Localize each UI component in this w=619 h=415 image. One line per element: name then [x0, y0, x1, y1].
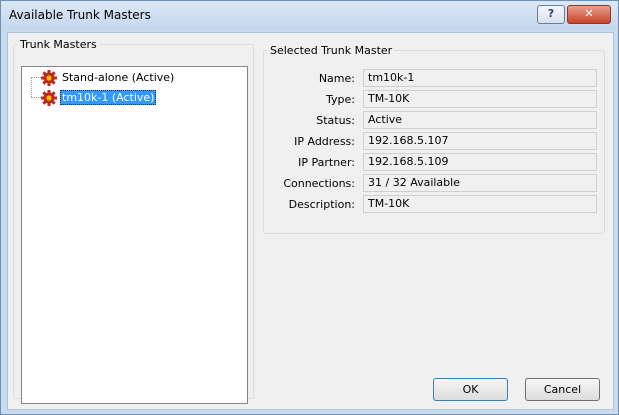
ip-partner-value: 192.168.5.109 [363, 153, 597, 171]
tree-item-label-selected: tm10k-1 (Active) [60, 90, 157, 105]
close-button[interactable]: ✕ [567, 5, 611, 24]
description-label: Description: [288, 198, 355, 211]
tree-branch-line [31, 97, 41, 98]
tree-branch-line [31, 77, 41, 78]
type-value: TM-10K [363, 90, 597, 108]
connections-row: Connections: 31 / 32 Available [271, 174, 601, 193]
window-title: Available Trunk Masters [9, 8, 151, 22]
title-bar[interactable]: Available Trunk Masters ? ✕ [1, 1, 618, 31]
trunk-masters-legend: Trunk Masters [20, 38, 97, 51]
ip-partner-row: IP Partner: 192.168.5.109 [271, 153, 601, 172]
tree-item-label: Stand-alone (Active) [62, 71, 175, 84]
name-label: Name: [318, 72, 355, 85]
type-label: Type: [326, 93, 355, 106]
ok-button[interactable]: OK [433, 378, 508, 401]
dialog-client-area: Trunk Masters Stand-alone (Active) tm10k… [7, 32, 614, 410]
type-row: Type: TM-10K [271, 90, 601, 109]
cancel-button[interactable]: Cancel [525, 378, 600, 401]
tree-item-stand-alone[interactable]: Stand-alone (Active) [22, 69, 242, 87]
ip-partner-label: IP Partner: [298, 156, 355, 169]
connections-label: Connections: [283, 177, 355, 190]
connections-value: 31 / 32 Available [363, 174, 597, 192]
name-value: tm10k-1 [363, 69, 597, 87]
trunk-masters-tree[interactable]: Stand-alone (Active) tm10k-1 (Active) [21, 66, 248, 404]
gear-icon [41, 90, 57, 106]
ip-address-label: IP Address: [294, 135, 355, 148]
ip-address-row: IP Address: 192.168.5.107 [271, 132, 601, 151]
tree-item-tm10k-1[interactable]: tm10k-1 (Active) [22, 89, 242, 107]
gear-icon [41, 70, 57, 86]
help-button[interactable]: ? [537, 5, 565, 24]
name-row: Name: tm10k-1 [271, 69, 601, 88]
selected-trunk-master-legend: Selected Trunk Master [270, 44, 393, 57]
description-row: Description: TM-10K [271, 195, 601, 214]
status-row: Status: Active [271, 111, 601, 130]
dialog-window: Available Trunk Masters ? ✕ Trunk Master… [0, 0, 619, 415]
status-value: Active [363, 111, 597, 129]
description-value: TM-10K [363, 195, 597, 213]
ip-address-value: 192.168.5.107 [363, 132, 597, 150]
status-label: Status: [316, 114, 355, 127]
